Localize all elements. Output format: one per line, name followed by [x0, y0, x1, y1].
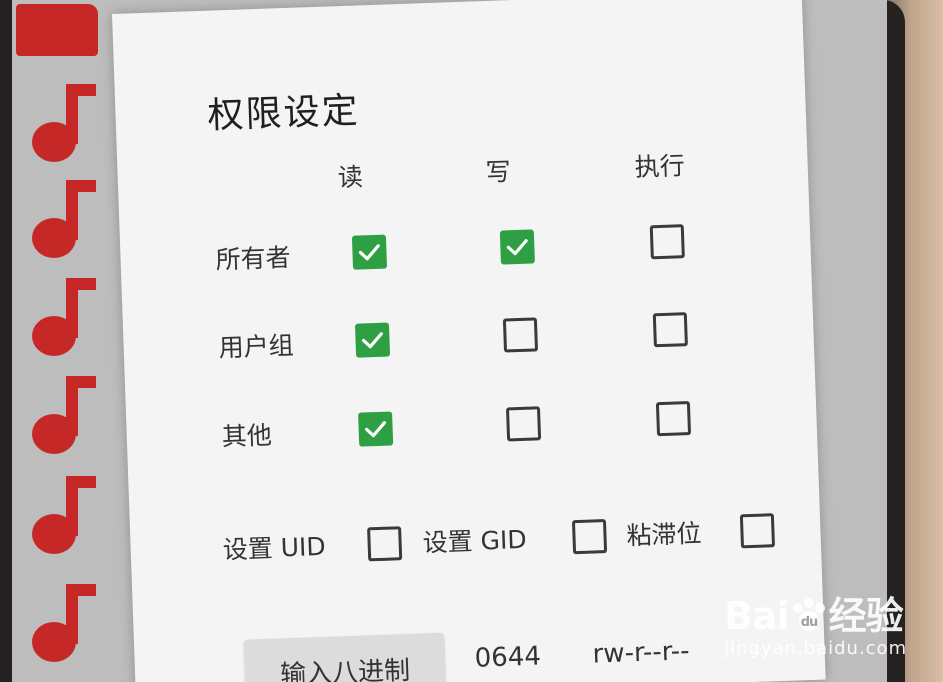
- group-write-checkbox[interactable]: [502, 317, 539, 353]
- column-header-write: 写: [485, 157, 512, 188]
- row-label-others: 其他: [221, 420, 273, 452]
- owner-execute-checkbox[interactable]: [649, 224, 685, 260]
- octal-value: 0644: [474, 641, 542, 674]
- music-note-icon[interactable]: [28, 372, 98, 456]
- svg-text:du: du: [800, 615, 817, 630]
- file-list-sidebar: [12, 0, 107, 682]
- check-icon: [506, 239, 528, 256]
- watermark-logo: Bai du 经验: [724, 594, 904, 638]
- owner-read-checkbox[interactable]: [351, 234, 388, 270]
- baidu-jingyan-watermark: Bai du 经验 jingyan.baidu.com: [724, 585, 907, 659]
- folder-icon[interactable]: [16, 4, 98, 56]
- permission-dialog: 权限设定 读 写 执行 所有者 用户组 其他 设置 UID 设置 GID 粘滞位…: [112, 0, 826, 682]
- music-note-icon[interactable]: [28, 80, 98, 164]
- sticky-bit-checkbox[interactable]: [739, 513, 776, 549]
- permission-string: rw-r--r--: [592, 636, 691, 670]
- sticky-bit-label: 粘滞位: [626, 518, 703, 551]
- input-octal-button[interactable]: 输入八进制: [243, 632, 446, 682]
- music-note-icon[interactable]: [28, 472, 98, 556]
- check-icon: [365, 421, 387, 438]
- watermark-url: jingyan.baidu.com: [724, 638, 908, 659]
- group-read-checkbox[interactable]: [354, 322, 391, 358]
- paw-icon: du: [792, 598, 825, 631]
- music-note-icon[interactable]: [28, 580, 98, 664]
- set-gid-checkbox[interactable]: [571, 519, 608, 555]
- set-uid-label: 设置 UID: [222, 531, 327, 565]
- phone-frame: 权限设定 读 写 执行 所有者 用户组 其他 设置 UID 设置 GID 粘滞位…: [0, 0, 905, 682]
- column-header-read: 读: [337, 162, 364, 193]
- set-uid-checkbox[interactable]: [367, 526, 403, 562]
- row-label-group: 用户组: [218, 330, 295, 363]
- music-note-icon[interactable]: [28, 176, 98, 260]
- dialog-title: 权限设定: [206, 90, 361, 137]
- others-write-checkbox[interactable]: [505, 406, 542, 442]
- check-icon: [361, 332, 383, 349]
- phone-screen: 权限设定 读 写 执行 所有者 用户组 其他 设置 UID 设置 GID 粘滞位…: [12, 0, 887, 682]
- column-header-execute: 执行: [634, 151, 686, 182]
- row-label-owner: 所有者: [215, 242, 292, 275]
- check-icon: [358, 244, 380, 261]
- music-note-icon[interactable]: [28, 274, 98, 358]
- others-read-checkbox[interactable]: [358, 411, 394, 447]
- others-execute-checkbox[interactable]: [655, 401, 692, 437]
- owner-write-checkbox[interactable]: [499, 229, 535, 265]
- group-execute-checkbox[interactable]: [652, 312, 688, 348]
- set-gid-label: 设置 GID: [422, 524, 528, 558]
